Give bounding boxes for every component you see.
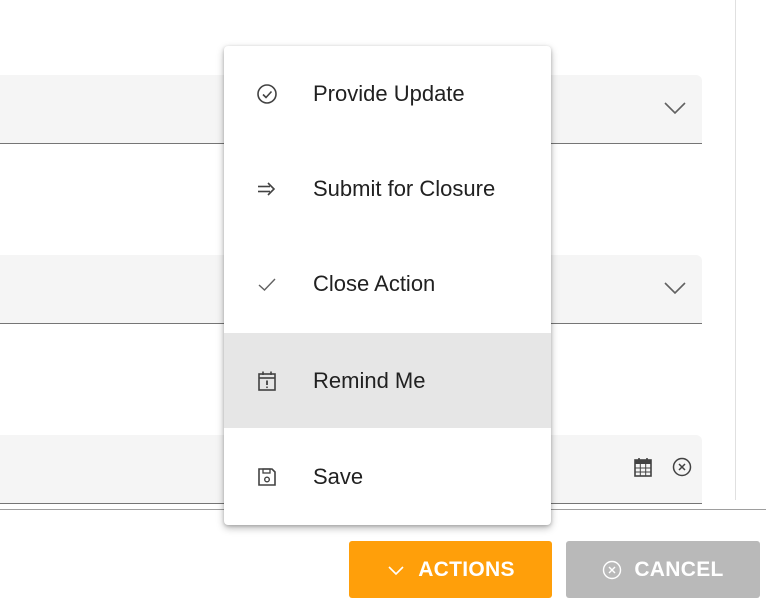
close-circle-icon	[603, 560, 622, 579]
calendar-alert-icon	[258, 371, 276, 391]
actions-button-label: ACTIONS	[418, 557, 515, 581]
check-circle-icon	[257, 83, 277, 104]
clear-icon[interactable]	[672, 457, 692, 477]
menu-item-label: Submit for Closure	[313, 175, 496, 201]
menu-item-close-action[interactable]: Close Action	[224, 236, 551, 331]
menu-item-provide-update[interactable]: Provide Update	[224, 46, 551, 141]
menu-item-save[interactable]: Save	[224, 429, 551, 524]
cancel-button-label: CANCEL	[634, 557, 724, 581]
arrow-right-icon	[258, 181, 276, 196]
cancel-button[interactable]: CANCEL	[566, 541, 760, 598]
menu-item-label: Close Action	[313, 270, 436, 296]
calendar-icon[interactable]	[634, 457, 652, 477]
chevron-down-icon[interactable]	[664, 101, 686, 115]
menu-item-label: Provide Update	[313, 80, 465, 106]
actions-menu: Provide Update Submit for Closure Close …	[224, 46, 551, 525]
panel-divider	[735, 0, 736, 500]
menu-item-remind-me[interactable]: Remind Me	[224, 333, 551, 428]
actions-button[interactable]: ACTIONS	[349, 541, 552, 598]
save-icon	[258, 467, 276, 486]
menu-item-label: Remind Me	[313, 367, 426, 393]
chevron-down-icon	[388, 565, 404, 575]
check-icon	[258, 278, 276, 291]
menu-item-submit-for-closure[interactable]: Submit for Closure	[224, 141, 551, 236]
menu-item-label: Save	[313, 463, 364, 489]
chevron-down-icon[interactable]	[664, 281, 686, 295]
